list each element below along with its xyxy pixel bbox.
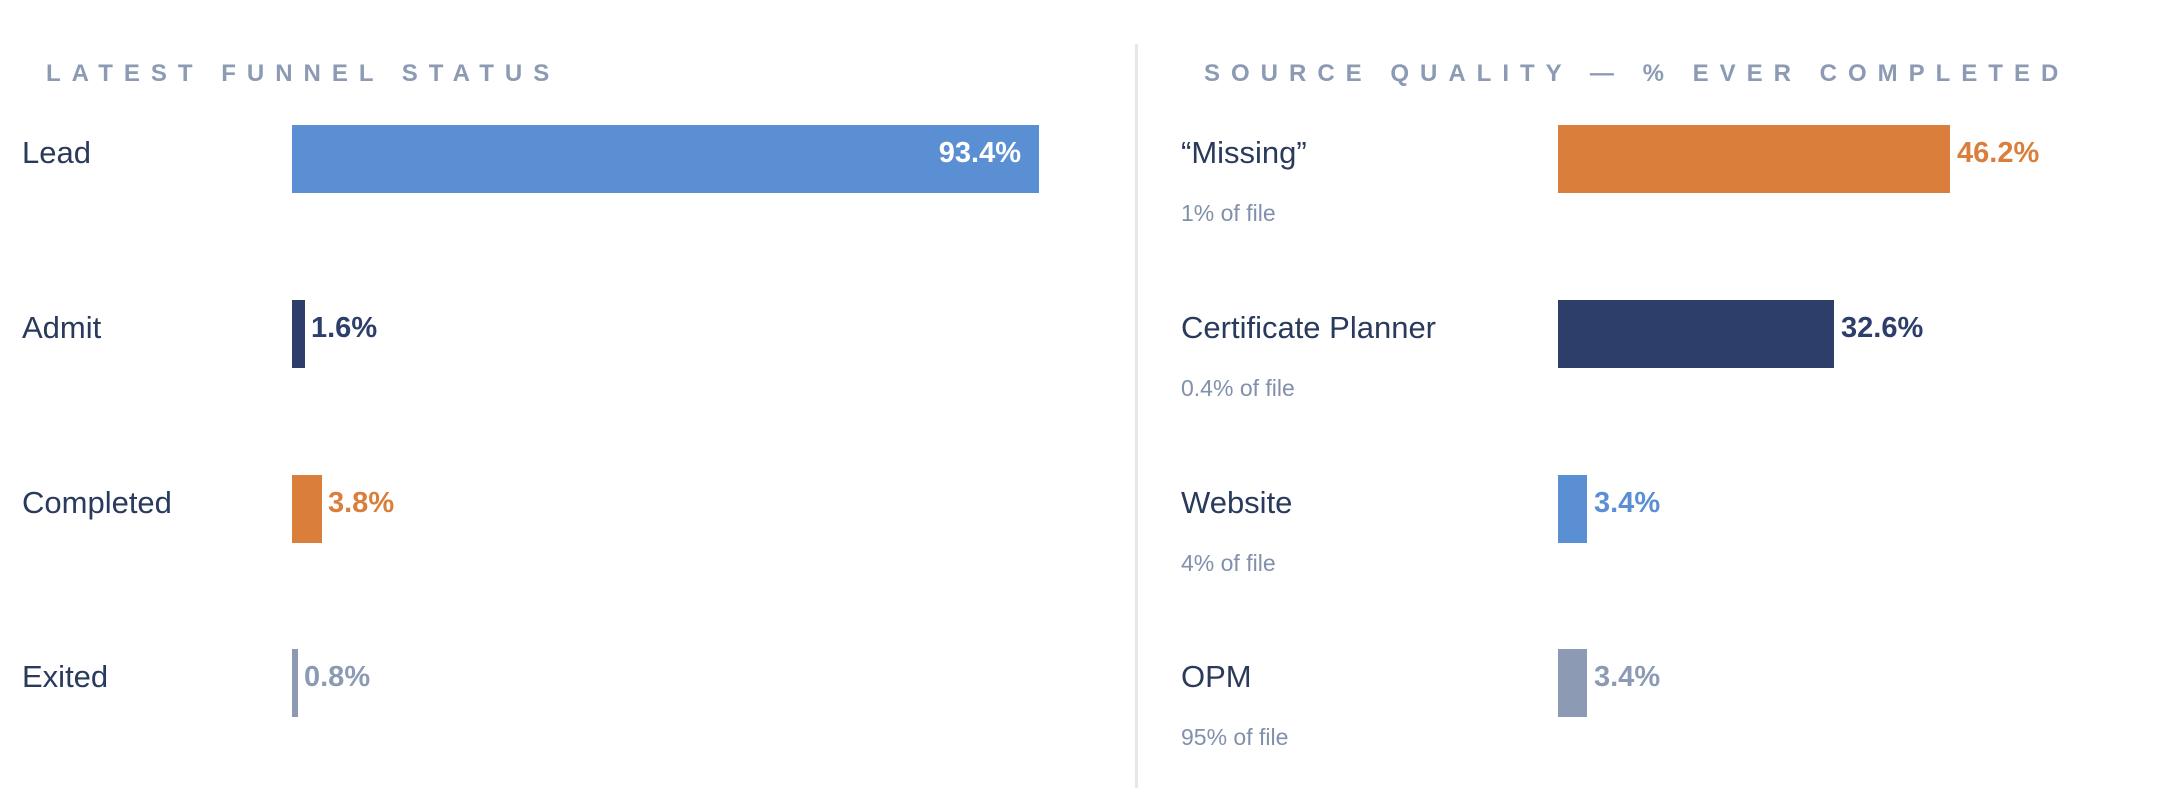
source-quality-panel: SOURCE QUALITY — % EVER COMPLETED “Missi… xyxy=(1138,0,2160,788)
value-label: 1.6% xyxy=(311,312,378,344)
funnel-status-panel: LATEST FUNNEL STATUS Lead 93.4% Admit 1.6% C… xyxy=(0,0,1130,788)
value-label: 32.6% xyxy=(1841,312,1924,344)
bar xyxy=(292,125,1039,193)
bar xyxy=(292,475,322,543)
category-label: Certificate Planner xyxy=(1181,310,1437,345)
value-label: 0.8% xyxy=(304,661,371,693)
bar-row: Website 4% of file 3.4% xyxy=(1138,442,2160,576)
value-label: 3.4% xyxy=(1594,661,1661,693)
value-label: 3.8% xyxy=(328,487,395,519)
category-label: OPM xyxy=(1181,659,1252,694)
category-sublabel: 95% of file xyxy=(1181,724,1289,750)
category-label: “Missing” xyxy=(1181,135,1307,170)
bar-row: Certificate Planner 0.4% of file 32.6% xyxy=(1138,267,2160,401)
value-label: 93.4% xyxy=(938,137,1021,169)
category-sublabel: 0.4% of file xyxy=(1181,375,1295,401)
bar xyxy=(1558,300,1834,368)
bar xyxy=(292,300,305,368)
category-label: Admit xyxy=(22,310,102,345)
bar-row: Admit 1.6% xyxy=(0,267,1130,377)
bar xyxy=(292,649,298,717)
category-label: Exited xyxy=(22,659,109,694)
category-sublabel: 4% of file xyxy=(1181,550,1276,576)
bar-row: Completed 3.8% xyxy=(0,442,1130,552)
bar-row: “Missing” 1% of file 46.2% xyxy=(1138,92,2160,226)
bar xyxy=(1558,649,1587,717)
category-sublabel: 1% of file xyxy=(1181,200,1276,226)
category-label: Website xyxy=(1181,485,1293,520)
category-label: Lead xyxy=(22,135,91,170)
category-label: Completed xyxy=(22,485,172,520)
bar-row: OPM 95% of file 3.4% xyxy=(1138,616,2160,750)
panel-title: SOURCE QUALITY — % EVER COMPLETED xyxy=(1204,60,2070,87)
value-label: 3.4% xyxy=(1594,487,1661,519)
value-label: 46.2% xyxy=(1957,137,2040,169)
bar xyxy=(1558,475,1587,543)
panel-title: LATEST FUNNEL STATUS xyxy=(46,60,561,87)
bar-row: Lead 93.4% xyxy=(0,92,1130,202)
bar xyxy=(1558,125,1950,193)
bar-row: Exited 0.8% xyxy=(0,616,1130,726)
